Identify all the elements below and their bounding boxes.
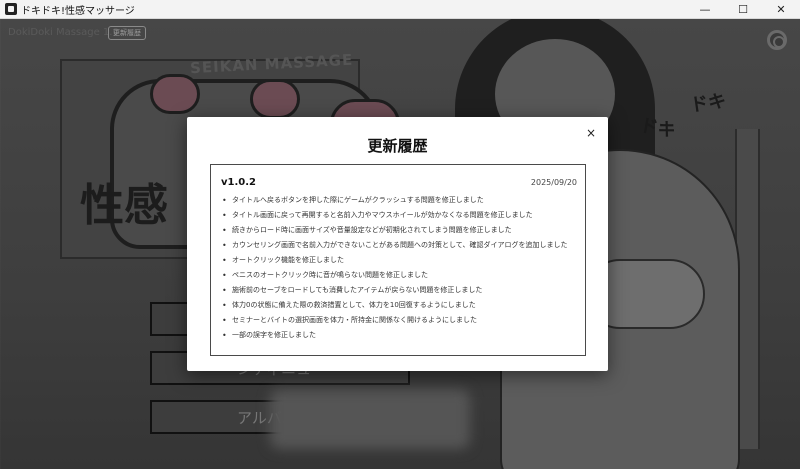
update-history-button[interactable]: 更新履歴 (108, 26, 146, 40)
list-item: オートクリック機能を修正しました (221, 255, 577, 266)
list-item: 体力0の状態に備えた際の救済措置として、体力を10回復するようにしました (221, 300, 577, 311)
changelog-panel[interactable]: v1.0.2 2025/09/20 タイトルへ戻るボタンを押した際にゲームがクラ… (210, 164, 586, 356)
changelog-modal: × 更新履歴 v1.0.2 2025/09/20 タイトルへ戻るボタンを押した際… (187, 117, 608, 371)
close-window-button[interactable]: ✕ (762, 0, 800, 19)
modal-title: 更新履歴 (367, 137, 428, 155)
window-title: ドキドキ!性感マッサージ (21, 5, 135, 17)
heart-icon (150, 74, 200, 114)
logo-main-text: 性感 (80, 180, 168, 231)
maximize-button[interactable]: ☐ (724, 0, 762, 19)
window-controls: — ☐ ✕ (686, 0, 800, 19)
app-icon (5, 3, 17, 15)
list-item: カウンセリング画面で名前入力ができないことがある問題への対策として、確認ダイアロ… (221, 240, 577, 251)
changelog-list: タイトルへ戻るボタンを押した際にゲームがクラッシュする問題を修正しました タイト… (221, 195, 577, 345)
window-titlebar: ドキドキ!性感マッサージ — ☐ ✕ (0, 0, 800, 19)
blurred-region (270, 389, 470, 449)
list-item: ペニスのオートクリック時に音が鳴らない問題を修正しました (221, 270, 577, 281)
list-item: 施術前のセーブをロードしても消費したアイテムが戻らない問題を修正しました (221, 285, 577, 296)
changelog-date: 2025/09/20 (530, 178, 577, 187)
list-item: 続きからロード時に画面サイズや音量設定などが初期化されてしまう問題を修正しました (221, 225, 577, 236)
doki-deco-text: ドキ (688, 90, 728, 117)
list-item: セミナーとバイトの選択画面を体力・所持金に関係なく開けるようにしました (221, 315, 577, 326)
minimize-button[interactable]: — (686, 0, 724, 19)
list-item: タイトルへ戻るボタンを押した際にゲームがクラッシュする問題を修正しました (221, 195, 577, 206)
list-item: 一部の誤字を修正しました (221, 330, 577, 341)
list-item: タイトル画面に戻って再開すると名前入力やマウスホイールが効かなくなる問題を修正し… (221, 210, 577, 221)
heart-icon (250, 79, 300, 119)
changelog-version: v1.0.2 (221, 177, 256, 188)
gear-icon[interactable] (767, 30, 787, 50)
